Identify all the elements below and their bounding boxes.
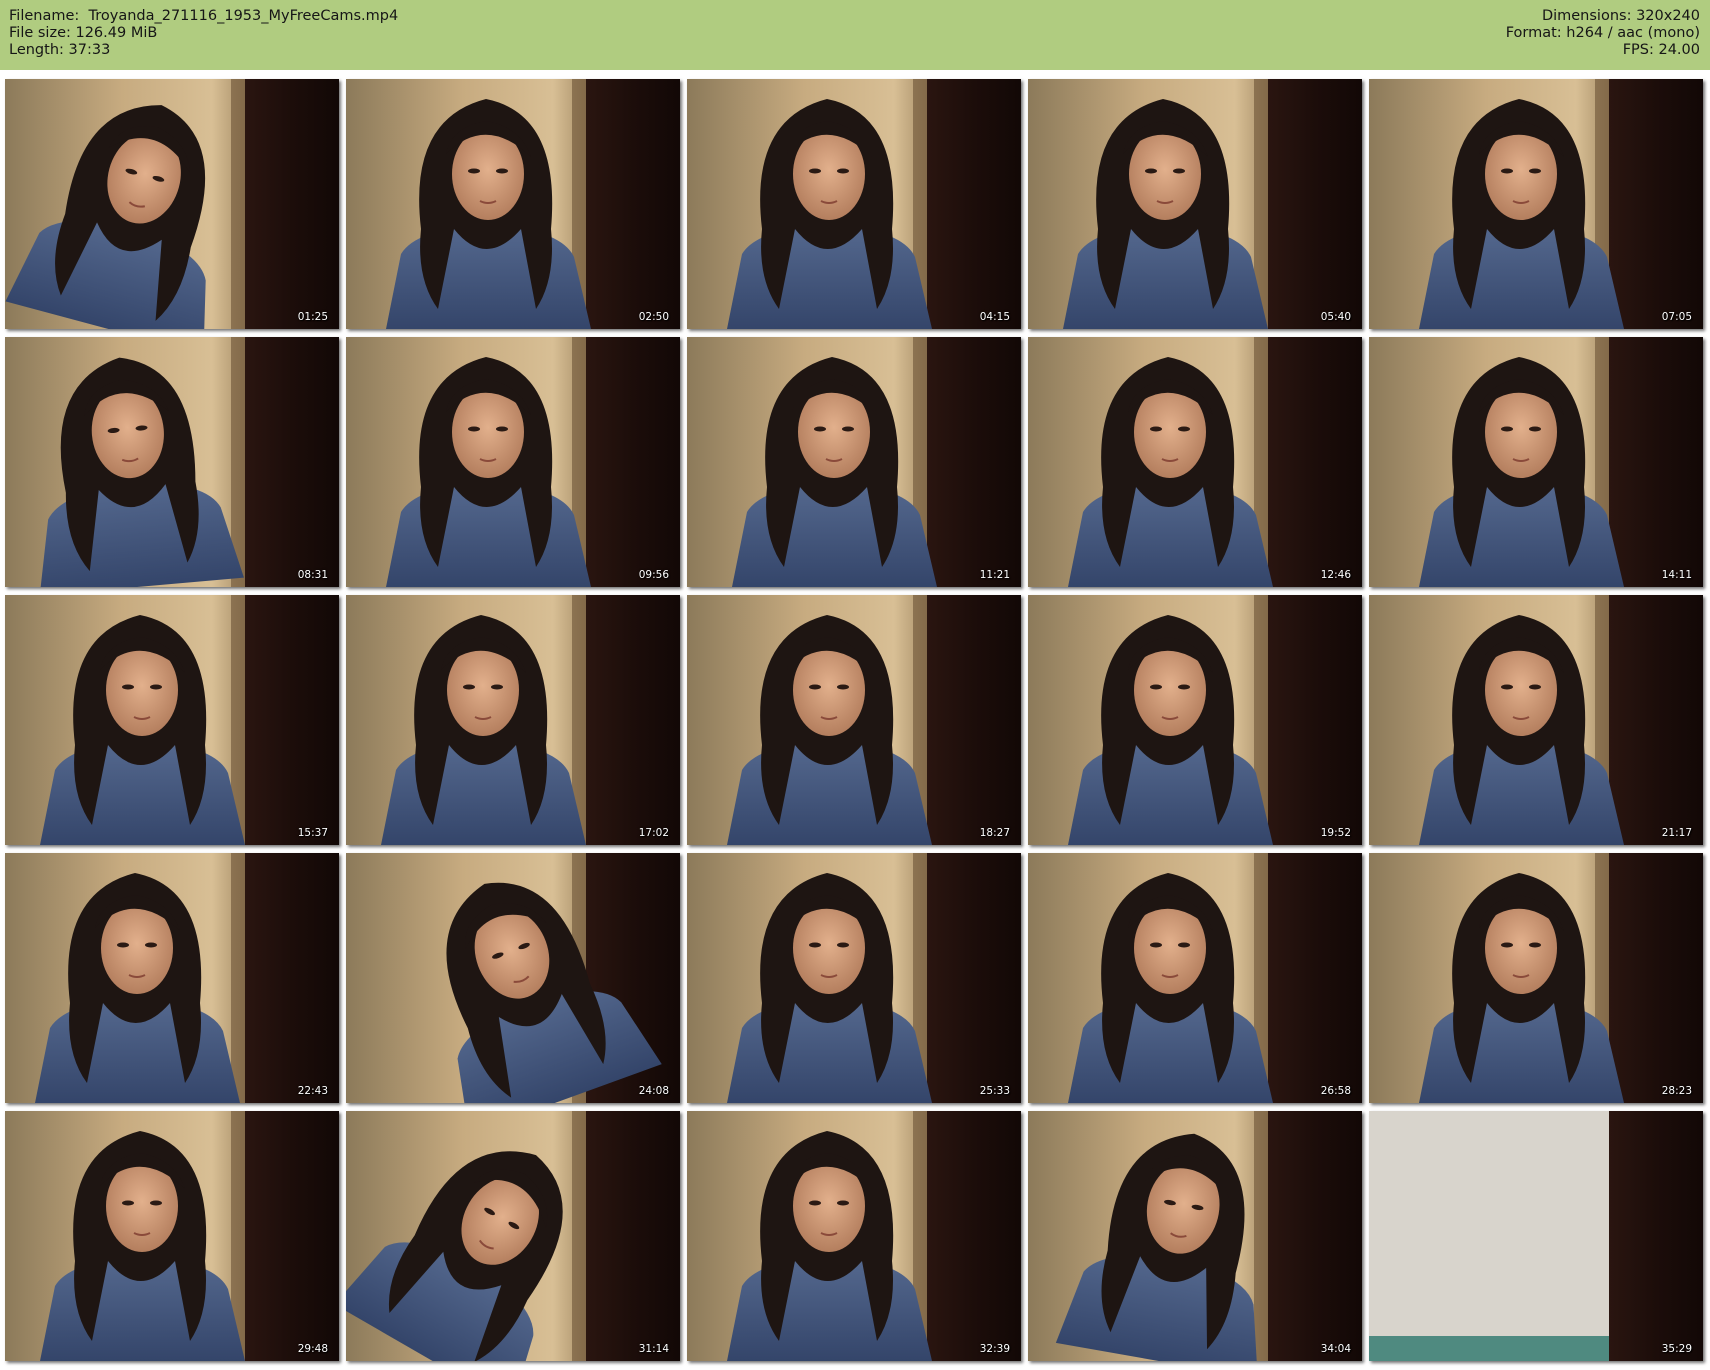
thumbnail[interactable]: 14:11 — [1369, 337, 1703, 587]
video-frame-image — [687, 337, 1021, 587]
thumbnail[interactable]: 04:15 — [687, 79, 1021, 329]
thumbnail[interactable]: 34:04 — [1028, 1111, 1362, 1361]
thumbnail[interactable]: 29:48 — [5, 1111, 339, 1361]
thumbnail[interactable]: 07:05 — [1369, 79, 1703, 329]
video-frame-image — [1369, 1111, 1703, 1361]
thumbnail[interactable]: 15:37 — [5, 595, 339, 845]
video-frame-image — [1028, 1111, 1362, 1361]
video-frame-image — [687, 853, 1021, 1103]
thumbnail-timestamp: 35:29 — [1661, 1343, 1692, 1355]
video-frame-image — [1028, 79, 1362, 329]
video-frame-image — [1369, 853, 1703, 1103]
thumbnail-timestamp: 22:43 — [297, 1085, 328, 1097]
thumbnail-timestamp: 24:08 — [638, 1085, 669, 1097]
thumbnail[interactable]: 01:25 — [5, 79, 339, 329]
video-frame-image — [1028, 337, 1362, 587]
thumbnail[interactable]: 22:43 — [5, 853, 339, 1103]
dimensions-label: Dimensions: — [1541, 8, 1632, 24]
thumbnail-timestamp: 14:11 — [1661, 569, 1692, 581]
video-frame-image — [687, 595, 1021, 845]
thumbnail[interactable]: 05:40 — [1028, 79, 1362, 329]
info-header: Filename: Troyanda_271116_1953_MyFreeCam… — [0, 0, 1710, 70]
length-label: Length: — [9, 42, 64, 58]
video-frame-image — [5, 853, 339, 1103]
thumbnail-timestamp: 26:58 — [1320, 1085, 1351, 1097]
thumbnail-timestamp: 31:14 — [638, 1343, 669, 1355]
video-frame-image — [1369, 79, 1703, 329]
thumbnail[interactable]: 11:21 — [687, 337, 1021, 587]
fps-value: 24.00 — [1658, 42, 1700, 58]
thumbnail[interactable]: 19:52 — [1028, 595, 1362, 845]
thumbnail[interactable]: 08:31 — [5, 337, 339, 587]
length-value: 37:33 — [68, 42, 111, 58]
fps-label: FPS: — [1622, 42, 1654, 58]
thumbnail[interactable]: 24:08 — [346, 853, 680, 1103]
fps-line: FPS: 24.00 — [1506, 42, 1700, 59]
filename-label: Filename: — [9, 8, 80, 24]
thumbnail[interactable]: 09:56 — [346, 337, 680, 587]
thumbnail[interactable]: 02:50 — [346, 79, 680, 329]
filesize-label: File size: — [9, 25, 71, 41]
video-frame-image — [687, 1111, 1021, 1361]
thumbnail-timestamp: 29:48 — [297, 1343, 328, 1355]
video-frame-image — [1369, 595, 1703, 845]
video-frame-image — [5, 337, 339, 587]
video-frame-image — [346, 595, 680, 845]
thumbnail[interactable]: 28:23 — [1369, 853, 1703, 1103]
video-frame-image — [346, 853, 680, 1103]
thumbnail-timestamp: 17:02 — [638, 827, 669, 839]
thumbnail-timestamp: 12:46 — [1320, 569, 1351, 581]
thumbnail-timestamp: 01:25 — [297, 311, 328, 323]
thumbnail-timestamp: 07:05 — [1661, 311, 1692, 323]
video-frame-image — [346, 337, 680, 587]
thumbnail-timestamp: 11:21 — [979, 569, 1010, 581]
thumbnail[interactable]: 18:27 — [687, 595, 1021, 845]
thumbnail[interactable]: 32:39 — [687, 1111, 1021, 1361]
thumbnail-timestamp: 02:50 — [638, 311, 669, 323]
thumbnail[interactable]: 17:02 — [346, 595, 680, 845]
video-frame-image — [5, 79, 339, 329]
dimensions-value: 320x240 — [1636, 8, 1700, 24]
thumbnail-timestamp: 25:33 — [979, 1085, 1010, 1097]
thumbnail-timestamp: 19:52 — [1320, 827, 1351, 839]
format-line: Format: h264 / aac (mono) — [1506, 25, 1700, 42]
thumbnail-timestamp: 34:04 — [1320, 1343, 1351, 1355]
stream-info: Dimensions: 320x240 Format: h264 / aac (… — [1506, 8, 1700, 59]
length-line: Length: 37:33 — [9, 42, 398, 59]
filename-value: Troyanda_271116_1953_MyFreeCams.mp4 — [88, 8, 399, 24]
video-frame-image — [1028, 595, 1362, 845]
video-frame-image — [1369, 337, 1703, 587]
video-frame-image — [346, 79, 680, 329]
thumbnail[interactable]: 35:29 — [1369, 1111, 1703, 1361]
thumbnail-timestamp: 21:17 — [1661, 827, 1692, 839]
filesize-line: File size: 126.49 MiB — [9, 25, 398, 42]
filename-line: Filename: Troyanda_271116_1953_MyFreeCam… — [9, 8, 398, 25]
thumbnail[interactable]: 26:58 — [1028, 853, 1362, 1103]
format-value: h264 / aac (mono) — [1566, 25, 1700, 41]
filesize-value: 126.49 MiB — [75, 25, 158, 41]
thumbnail-grid: 01:25 02:50 04:15 05:40 07:05 08:31 09:5… — [5, 79, 1703, 1361]
thumbnail[interactable]: 31:14 — [346, 1111, 680, 1361]
thumbnail[interactable]: 21:17 — [1369, 595, 1703, 845]
thumbnail-timestamp: 32:39 — [979, 1343, 1010, 1355]
format-label: Format: — [1505, 25, 1562, 41]
video-frame-image — [5, 1111, 339, 1361]
thumbnail[interactable]: 12:46 — [1028, 337, 1362, 587]
video-frame-image — [346, 1111, 680, 1361]
dimensions-line: Dimensions: 320x240 — [1506, 8, 1700, 25]
thumbnail-timestamp: 04:15 — [979, 311, 1010, 323]
thumbnail[interactable]: 25:33 — [687, 853, 1021, 1103]
thumbnail-timestamp: 09:56 — [638, 569, 669, 581]
thumbnail-timestamp: 15:37 — [297, 827, 328, 839]
video-frame-image — [5, 595, 339, 845]
thumbnail-timestamp: 08:31 — [297, 569, 328, 581]
thumbnail-timestamp: 05:40 — [1320, 311, 1351, 323]
file-info: Filename: Troyanda_271116_1953_MyFreeCam… — [9, 8, 398, 59]
video-frame-image — [1028, 853, 1362, 1103]
video-frame-image — [687, 79, 1021, 329]
thumbnail-timestamp: 28:23 — [1661, 1085, 1692, 1097]
thumbnail-timestamp: 18:27 — [979, 827, 1010, 839]
